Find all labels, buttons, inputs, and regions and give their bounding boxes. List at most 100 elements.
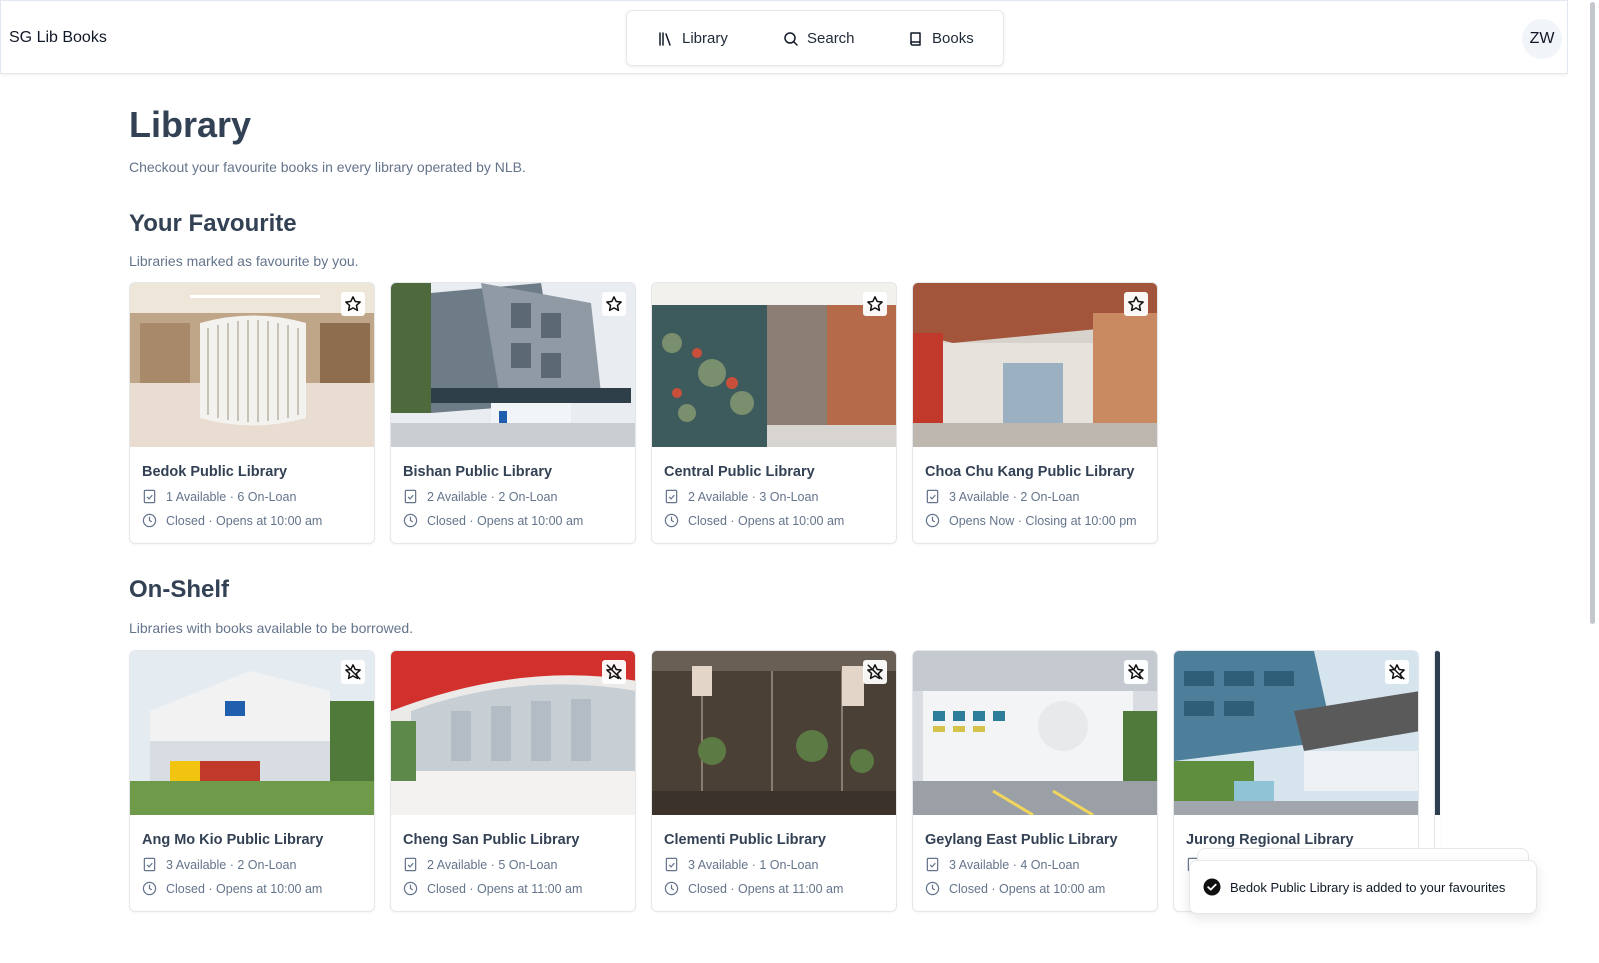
library-icon (659, 31, 671, 46)
library-name: Bishan Public Library (403, 464, 553, 480)
favourite-toggle[interactable] (863, 660, 887, 684)
favourite-toggle[interactable] (602, 292, 626, 316)
availability-text: 2 Available · 3 On-Loan (688, 489, 819, 504)
favourite-toggle[interactable] (341, 292, 365, 316)
library-photo (652, 283, 896, 447)
hours-text: Closed · Opens at 10:00 am (166, 513, 323, 528)
scrollbar-thumb[interactable] (1590, 2, 1595, 624)
library-photo-art (130, 651, 374, 815)
clock-icon (925, 881, 940, 896)
library-photo-art (913, 283, 1157, 447)
library-card-central[interactable]: Central Public Library 2 Available · 3 O… (651, 282, 897, 544)
library-photo (130, 651, 374, 815)
hours-row: Opens Now · Closing at 10:00 pm (925, 513, 1137, 528)
on-shelf-subtitle: Libraries with books available to be bor… (129, 620, 414, 636)
book-icon (910, 31, 921, 46)
star-off-icon (1128, 664, 1144, 680)
library-photo (913, 651, 1157, 815)
check-circle-icon (1203, 878, 1221, 896)
on-shelf-title: On-Shelf (129, 576, 229, 603)
hours-row: Closed · Opens at 10:00 am (403, 513, 583, 528)
library-photo-art (130, 283, 374, 447)
library-photo-art (391, 651, 635, 815)
star-off-icon (345, 664, 361, 680)
app-title[interactable]: SG Lib Books (9, 29, 107, 47)
library-photo (913, 283, 1157, 447)
availability-text: 3 Available · 4 On-Loan (949, 857, 1080, 872)
book-check-icon (143, 489, 156, 504)
hours-text: Opens Now · Closing at 10:00 pm (949, 513, 1137, 528)
library-name: Jurong Regional Library (1186, 832, 1354, 848)
library-name: Cheng San Public Library (403, 832, 580, 848)
star-icon (867, 296, 883, 312)
library-photo (652, 651, 896, 815)
nav-item-library[interactable]: Library (658, 30, 728, 47)
hours-text: Closed · Opens at 11:00 am (688, 881, 844, 896)
star-icon (1128, 296, 1144, 312)
top-header: SG Lib Books Library Search Books ZW (0, 0, 1568, 74)
availability-text: 1 Available · 6 On-Loan (166, 489, 297, 504)
search-icon (784, 31, 798, 46)
page-title: Library (129, 104, 252, 145)
availability-row: 2 Available · 2 On-Loan (403, 489, 557, 504)
library-card-clementi[interactable]: Clementi Public Library 3 Available · 1 … (651, 650, 897, 912)
library-name: Clementi Public Library (664, 832, 826, 848)
toast-message: Bedok Public Library is added to your fa… (1230, 879, 1506, 895)
clock-icon (142, 881, 157, 896)
library-name: Bedok Public Library (142, 464, 288, 480)
book-check-icon (926, 857, 939, 872)
availability-row: 3 Available · 1 On-Loan (664, 857, 818, 872)
nav-item-label: Library (682, 30, 728, 47)
library-card-ang-mo-kio[interactable]: Ang Mo Kio Public Library 3 Available · … (129, 650, 375, 912)
library-card-cheng-san[interactable]: Cheng San Public Library 2 Available · 5… (390, 650, 636, 912)
book-check-icon (665, 489, 678, 504)
library-name: Geylang East Public Library (925, 832, 1118, 848)
favourite-toggle[interactable] (1124, 660, 1148, 684)
book-check-icon (926, 489, 939, 504)
library-card-bedok[interactable]: Bedok Public Library 1 Available · 6 On-… (129, 282, 375, 544)
library-name: Central Public Library (664, 464, 815, 480)
star-icon (345, 296, 361, 312)
favourite-toggle[interactable] (1124, 292, 1148, 316)
library-photo (1174, 651, 1418, 815)
clock-icon (403, 513, 418, 528)
favourite-toggle[interactable] (863, 292, 887, 316)
availability-text: 3 Available · 2 On-Loan (949, 489, 1080, 504)
star-off-icon (867, 664, 883, 680)
nav-item-label: Books (932, 30, 974, 47)
favourite-toggle[interactable] (1385, 660, 1409, 684)
favourite-toggle[interactable] (602, 660, 626, 684)
library-card-choa-chu-kang[interactable]: Choa Chu Kang Public Library 3 Available… (912, 282, 1158, 544)
availability-row: 3 Available · 2 On-Loan (925, 489, 1079, 504)
clock-icon (925, 513, 940, 528)
hours-row: Closed · Opens at 11:00 am (664, 881, 843, 896)
availability-row: 2 Available · 5 On-Loan (403, 857, 557, 872)
library-photo-art (391, 283, 635, 447)
hours-text: Closed · Opens at 10:00 am (688, 513, 845, 528)
clock-icon (664, 513, 679, 528)
hours-row: Closed · Opens at 10:00 am (925, 881, 1105, 896)
hours-row: Closed · Opens at 10:00 am (142, 881, 322, 896)
star-off-icon (606, 664, 622, 680)
availability-row: 1 Available · 6 On-Loan (142, 489, 296, 504)
library-name: Choa Chu Kang Public Library (925, 464, 1135, 480)
toast-notification[interactable]: Bedok Public Library is added to your fa… (1189, 860, 1537, 914)
hours-row: Closed · Opens at 10:00 am (142, 513, 322, 528)
book-check-icon (143, 857, 156, 872)
clock-icon (664, 881, 679, 896)
library-card-geylang-east[interactable]: Geylang East Public Library 3 Available … (912, 650, 1158, 912)
clock-icon (403, 881, 418, 896)
hours-text: Closed · Opens at 10:00 am (427, 513, 584, 528)
library-photo (391, 283, 635, 447)
nav-item-search[interactable]: Search (783, 30, 855, 47)
library-photo (1435, 651, 1440, 815)
nav-item-books[interactable]: Books (908, 30, 974, 47)
favourite-toggle[interactable] (341, 660, 365, 684)
user-avatar[interactable]: ZW (1522, 19, 1562, 59)
clock-icon (142, 513, 157, 528)
star-icon (606, 296, 622, 312)
library-photo-art (1174, 651, 1418, 815)
book-check-icon (404, 489, 417, 504)
library-name: Ang Mo Kio Public Library (142, 832, 324, 848)
library-card-bishan[interactable]: Bishan Public Library 2 Available · 2 On… (390, 282, 636, 544)
